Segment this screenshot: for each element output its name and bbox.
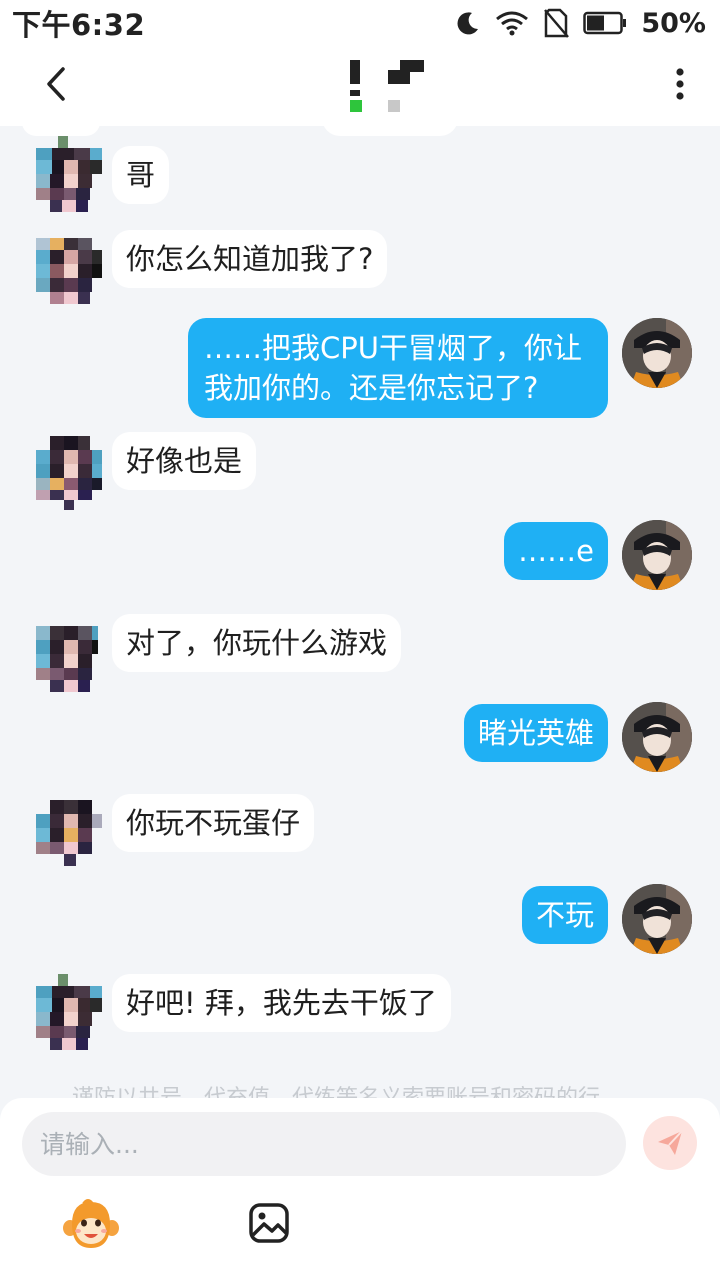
message-bubble[interactable]: 你玩不玩蛋仔 [112,794,315,852]
message-bubble[interactable]: ……e [504,522,608,580]
chevron-left-icon [47,67,65,101]
message-bubble[interactable]: 对了，你玩什么游戏 [112,614,402,672]
avatar-obscured[interactable] [36,800,102,878]
avatar-self[interactable] [622,884,692,954]
message-bubble[interactable]: ……把我CPU干冒烟了，你让我加你的。还是你忘记了? [188,318,608,418]
avatar-self[interactable] [622,520,692,590]
avatar-obscured[interactable] [36,136,102,214]
more-options-button[interactable] [662,62,698,106]
moon-icon [455,10,481,36]
title-bar [0,46,720,126]
avatar-obscured[interactable] [36,974,102,1052]
avatar-self[interactable] [622,318,692,388]
safety-notice: 谨防以共号、代充值、代练等名义索要账号和密码的行 [72,1080,672,1098]
message-bubble[interactable]: 睹光英雄 [463,704,608,762]
image-icon [249,1203,289,1243]
message-bubble[interactable]: 好像也是 [112,432,257,490]
avatar-obscured[interactable] [36,230,102,308]
send-button[interactable] [643,1116,697,1170]
status-bar: 下午6:32 50% [0,0,720,46]
monkey-emoji-icon [63,1199,119,1248]
send-icon [658,1130,683,1155]
more-vertical-icon [676,68,684,100]
battery-percent: 50% [641,7,706,39]
chat-area[interactable]: 哥 你怎么知道加我了? ……把我CPU干冒烟了，你让我加你的。还是你忘记了? 好… [0,126,720,1098]
status-time: 下午6:32 [12,8,146,42]
avatar-self[interactable] [622,702,692,772]
back-button[interactable] [34,62,78,106]
image-button[interactable] [248,1202,290,1244]
message-bubble[interactable]: 你怎么知道加我了? [112,230,388,288]
battery-icon [583,11,627,35]
wifi-icon [495,10,529,36]
no-sim-icon [543,8,570,38]
message-input[interactable] [22,1112,626,1176]
clipped-bubble [322,126,458,136]
status-icons: 50% [455,8,706,39]
avatar-obscured[interactable] [36,620,102,698]
clipped-bubble [22,126,100,136]
obscured-title [350,60,424,112]
composer-panel [0,1098,720,1280]
message-bubble[interactable]: 哥 [112,146,170,204]
avatar-obscured[interactable] [36,436,102,514]
emoji-button[interactable] [62,1198,120,1254]
message-bubble[interactable]: 好吧! 拜，我先去干饭了 [112,974,451,1032]
message-bubble[interactable]: 不玩 [521,886,608,944]
